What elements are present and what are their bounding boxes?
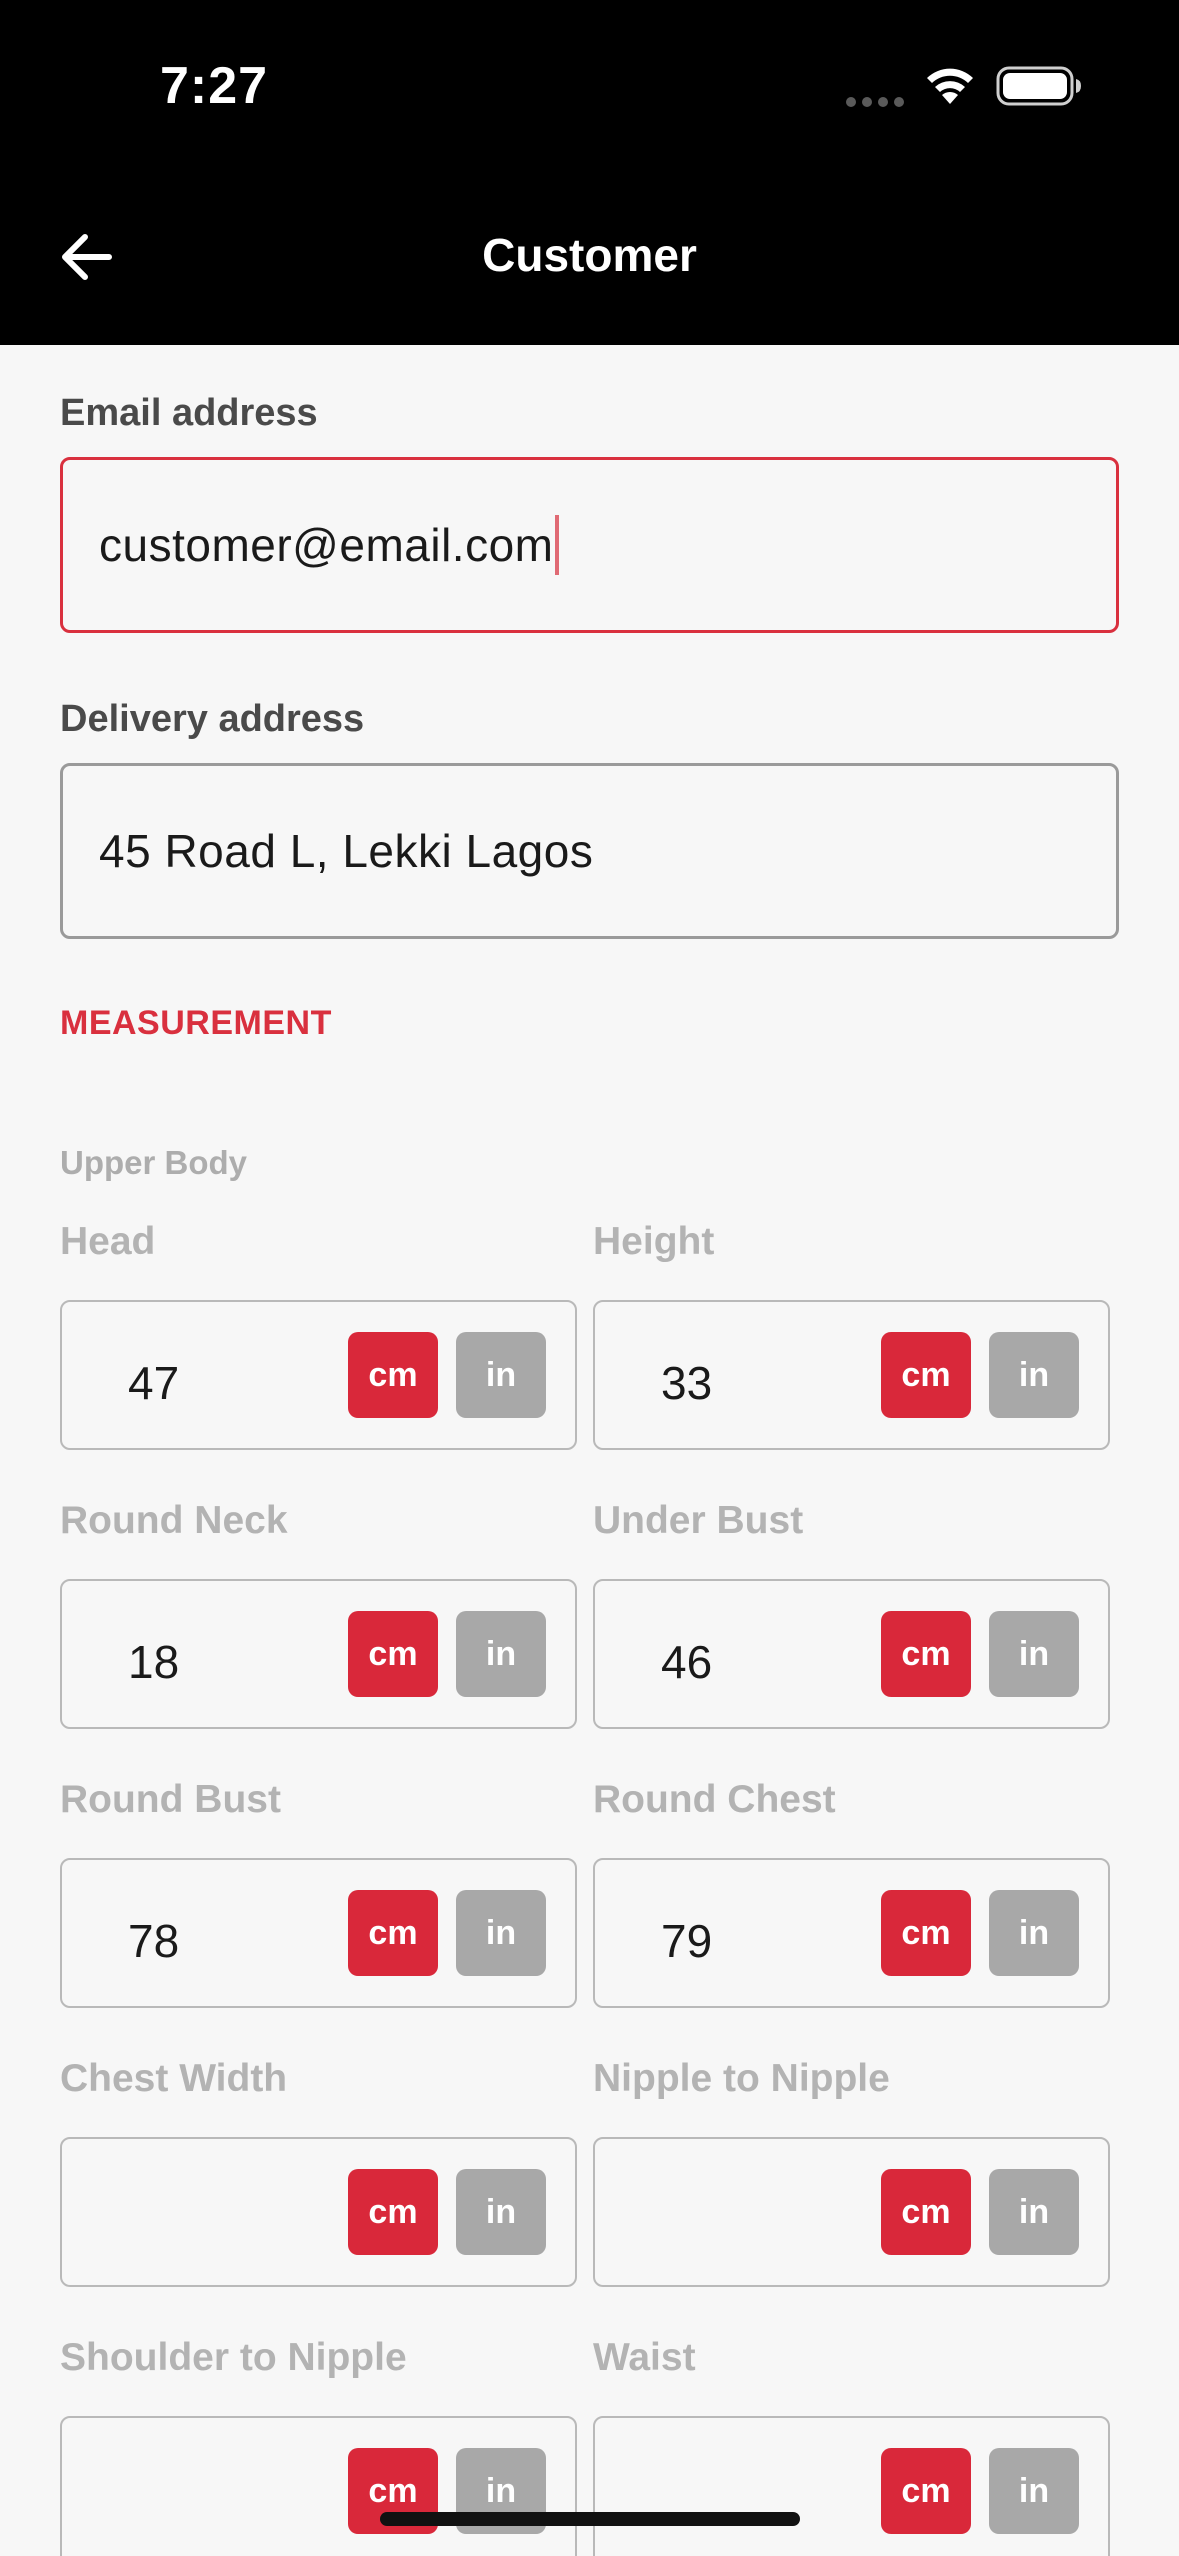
unit-in-button[interactable]: in: [989, 1890, 1079, 1976]
waist-label: Waist: [593, 2336, 696, 2379]
unit-cm-button[interactable]: cm: [348, 1332, 438, 1418]
unit-in-button[interactable]: in: [989, 1611, 1079, 1697]
unit-in-button[interactable]: in: [456, 2169, 546, 2255]
text-caret: [555, 515, 560, 575]
nipple-to-nipple-input[interactable]: cm in: [593, 2137, 1110, 2287]
head-input[interactable]: 47 cm in: [60, 1300, 577, 1450]
top-bar: 7:27 Customer: [0, 0, 1179, 345]
delivery-value: 45 Road L, Lekki Lagos: [99, 825, 594, 877]
unit-cm-button[interactable]: cm: [881, 2448, 971, 2534]
waist-input[interactable]: cm in: [593, 2416, 1110, 2556]
round-bust-input[interactable]: 78 cm in: [60, 1858, 577, 2008]
measurement-value: 79: [661, 1915, 713, 1967]
email-value: customer@email.com: [99, 519, 554, 571]
unit-in-button[interactable]: in: [456, 1611, 546, 1697]
round-chest-label: Round Chest: [593, 1778, 836, 1821]
nipple-to-nipple-label: Nipple to Nipple: [593, 2057, 890, 2100]
page-title: Customer: [482, 229, 697, 281]
round-chest-input[interactable]: 79 cm in: [593, 1858, 1110, 2008]
battery-icon: [996, 66, 1081, 106]
unit-cm-button[interactable]: cm: [881, 2169, 971, 2255]
shoulder-to-nipple-input[interactable]: cm in: [60, 2416, 577, 2556]
chest-width-label: Chest Width: [60, 2057, 288, 2100]
unit-cm-button[interactable]: cm: [881, 1890, 971, 1976]
unit-in-button[interactable]: in: [456, 1332, 546, 1418]
shoulder-to-nipple-label: Shoulder to Nipple: [60, 2336, 407, 2379]
height-label: Height: [593, 1220, 715, 1263]
unit-cm-button[interactable]: cm: [348, 2169, 438, 2255]
measurement-value: 18: [128, 1636, 180, 1688]
unit-cm-button[interactable]: cm: [348, 1890, 438, 1976]
round-neck-label: Round Neck: [60, 1499, 288, 1542]
unit-in-button[interactable]: in: [989, 2448, 1079, 2534]
wifi-icon: [927, 68, 973, 104]
customer-screen: 7:27 Customer Email address customer@ema…: [0, 0, 1179, 2556]
height-input[interactable]: 33 cm in: [593, 1300, 1110, 1450]
measurement-section-title: MEASUREMENT: [60, 1004, 332, 1042]
chest-width-input[interactable]: cm in: [60, 2137, 577, 2287]
unit-in-button[interactable]: in: [989, 2169, 1079, 2255]
home-indicator[interactable]: [380, 2512, 800, 2526]
unit-cm-button[interactable]: cm: [881, 1332, 971, 1418]
unit-cm-button[interactable]: cm: [881, 1611, 971, 1697]
status-time: 7:27: [160, 57, 269, 115]
upper-body-group-label: Upper Body: [60, 1144, 248, 1181]
delivery-label: Delivery address: [60, 698, 365, 740]
round-bust-label: Round Bust: [60, 1778, 281, 1821]
email-field[interactable]: customer@email.com: [60, 457, 1119, 633]
measurement-value: 47: [128, 1357, 180, 1409]
unit-in-button[interactable]: in: [456, 1890, 546, 1976]
measurement-value: 46: [661, 1636, 713, 1688]
under-bust-input[interactable]: 46 cm in: [593, 1579, 1110, 1729]
delivery-address-field[interactable]: 45 Road L, Lekki Lagos: [60, 763, 1119, 939]
cellular-signal-icon: [846, 97, 904, 107]
under-bust-label: Under Bust: [593, 1499, 804, 1542]
unit-in-button[interactable]: in: [989, 1332, 1079, 1418]
round-neck-input[interactable]: 18 cm in: [60, 1579, 577, 1729]
head-label: Head: [60, 1220, 156, 1263]
email-label: Email address: [60, 392, 318, 434]
unit-cm-button[interactable]: cm: [348, 1611, 438, 1697]
measurement-value: 33: [661, 1357, 713, 1409]
measurement-value: 78: [128, 1915, 180, 1967]
